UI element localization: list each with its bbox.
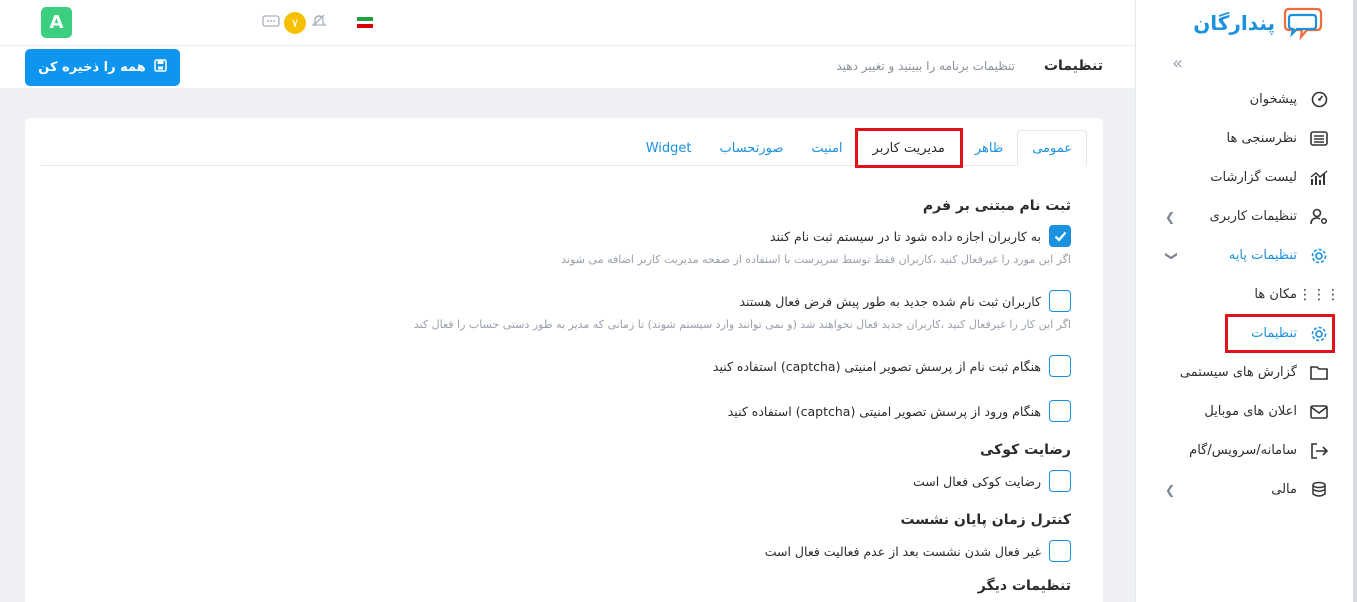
logo-bubble-icon (1283, 5, 1323, 41)
mail-icon (1309, 402, 1329, 422)
sidebar-item-finance[interactable]: مالی ❯ (1135, 470, 1357, 509)
sidebar-item-system-reports[interactable]: گزارش های سیستمی (1135, 353, 1357, 392)
folder-icon (1309, 363, 1329, 383)
tab-widget[interactable]: Widget (632, 130, 706, 166)
section-title-cookie: رضایت کوکی (979, 442, 1071, 458)
tab-billing[interactable]: صورتحساب (706, 130, 798, 166)
captcha-register-checkbox[interactable] (1049, 355, 1071, 377)
section-title-registration: ثبت نام مبتنی بر فرم (922, 198, 1071, 214)
allow-registration-checkbox[interactable] (1049, 225, 1071, 247)
language-flag-icon[interactable] (357, 17, 373, 29)
sidebar-menu: پیشخوان نظرسنجی ها لیست گزارشات تنظیمات … (1135, 80, 1357, 509)
floppy-disk-icon (154, 59, 167, 76)
coins-icon (1309, 480, 1329, 500)
page-title: تنظیمات (1043, 58, 1103, 74)
page-subtitle: تنظیمات برنامه را ببینید و تغییر دهید (836, 59, 1015, 73)
chart-icon (1309, 168, 1329, 188)
option-new-users-active: کاربران ثبت نام شده جدید به طور پیش فرض … (739, 290, 1071, 312)
option-session-timeout: غیر فعال شدن نشست بعد از عدم فعالیت فعال… (765, 540, 1071, 562)
tab-appearance[interactable]: ظاهر (961, 130, 1017, 166)
sidebar-item-settings[interactable]: تنظیمات (1225, 314, 1335, 353)
brand-logo[interactable]: پندارگان (1193, 4, 1323, 42)
sidebar-item-base-settings[interactable]: تنظیمات پایه ❯ (1135, 236, 1357, 275)
collapse-sidebar-icon[interactable]: » (1172, 53, 1183, 74)
chat-icon[interactable] (262, 14, 280, 33)
sidebar-item-locations[interactable]: ⋮⋮⋮ مکان ها (1135, 275, 1357, 314)
top-bar: A ۷ (0, 0, 1135, 46)
tab-security[interactable]: امنیت (797, 130, 856, 166)
chevron-left-icon: ❯ (1165, 209, 1176, 224)
save-all-label: همه را ذخیره کن (38, 60, 146, 75)
session-timeout-checkbox[interactable] (1049, 540, 1071, 562)
option-captcha-register: هنگام ثبت نام از پرسش تصویر امنیتی (capt… (713, 355, 1071, 377)
gear-icon (1309, 246, 1329, 266)
sidebar: پندارگان » پیشخوان نظرسنجی ها لیست گزارش… (1135, 0, 1357, 602)
sidebar-scrollbar[interactable] (1353, 0, 1357, 602)
bell-icon[interactable] (310, 12, 328, 34)
checkmark-icon (1054, 231, 1066, 242)
sidebar-item-dashboard[interactable]: پیشخوان (1135, 80, 1357, 119)
option-allow-registration: به کاربران اجازه داده شود تا در سیستم ثب… (770, 225, 1071, 247)
tab-general[interactable]: عمومی (1017, 130, 1087, 166)
sidebar-item-surveys[interactable]: نظرسنجی ها (1135, 119, 1357, 158)
save-all-button[interactable]: همه را ذخیره کن (25, 49, 180, 86)
option-captcha-login: هنگام ورود از پرسش تصویر امنیتی (captcha… (728, 400, 1071, 422)
sidebar-item-system-service-step[interactable]: سامانه/سرویس/گام (1135, 431, 1357, 470)
dashboard-icon (1309, 90, 1329, 110)
gear-icon (1309, 324, 1329, 344)
brand-name: پندارگان (1193, 11, 1275, 35)
option-cookie-consent: رضایت کوکی فعال است (913, 470, 1071, 492)
allow-registration-hint: اگر این مورد را غیرفعال کنید ،کاربران فق… (561, 253, 1071, 266)
chevron-down-icon: ❯ (1163, 250, 1178, 261)
new-users-active-hint: اگر این کار را غیرفعال کنید ،کاربران جدی… (413, 318, 1071, 331)
tab-user-management[interactable]: مدیریت کاربر (854, 128, 963, 168)
exit-icon (1309, 441, 1329, 461)
section-title-session: کنترل زمان پایان نشست (900, 512, 1071, 528)
captcha-login-checkbox[interactable] (1049, 400, 1071, 422)
sidebar-item-reports-list[interactable]: لیست گزارشات (1135, 158, 1357, 197)
avatar[interactable]: A (41, 7, 72, 38)
dots-icon: ⋮⋮⋮ (1298, 286, 1340, 303)
user-gear-icon (1309, 207, 1329, 227)
cookie-consent-checkbox[interactable] (1049, 470, 1071, 492)
page-header: همه را ذخیره کن تنظیمات تنظیمات برنامه ر… (0, 46, 1135, 88)
chevron-left-icon: ❯ (1165, 482, 1176, 497)
settings-tabs: عمومی ظاهر مدیریت کاربر امنیت صورتحساب W… (41, 128, 1087, 168)
notification-badge[interactable]: ۷ (284, 12, 306, 34)
sidebar-item-mobile-notifications[interactable]: اعلان های موبایل (1135, 392, 1357, 431)
new-users-active-checkbox[interactable] (1049, 290, 1071, 312)
section-title-other: تنظیمات دیگر (977, 578, 1071, 594)
sidebar-item-user-settings[interactable]: تنظیمات کاربری ❯ (1135, 197, 1357, 236)
settings-card: عمومی ظاهر مدیریت کاربر امنیت صورتحساب W… (25, 118, 1103, 602)
header-icons: ۷ (262, 12, 328, 34)
list-icon (1309, 129, 1329, 149)
